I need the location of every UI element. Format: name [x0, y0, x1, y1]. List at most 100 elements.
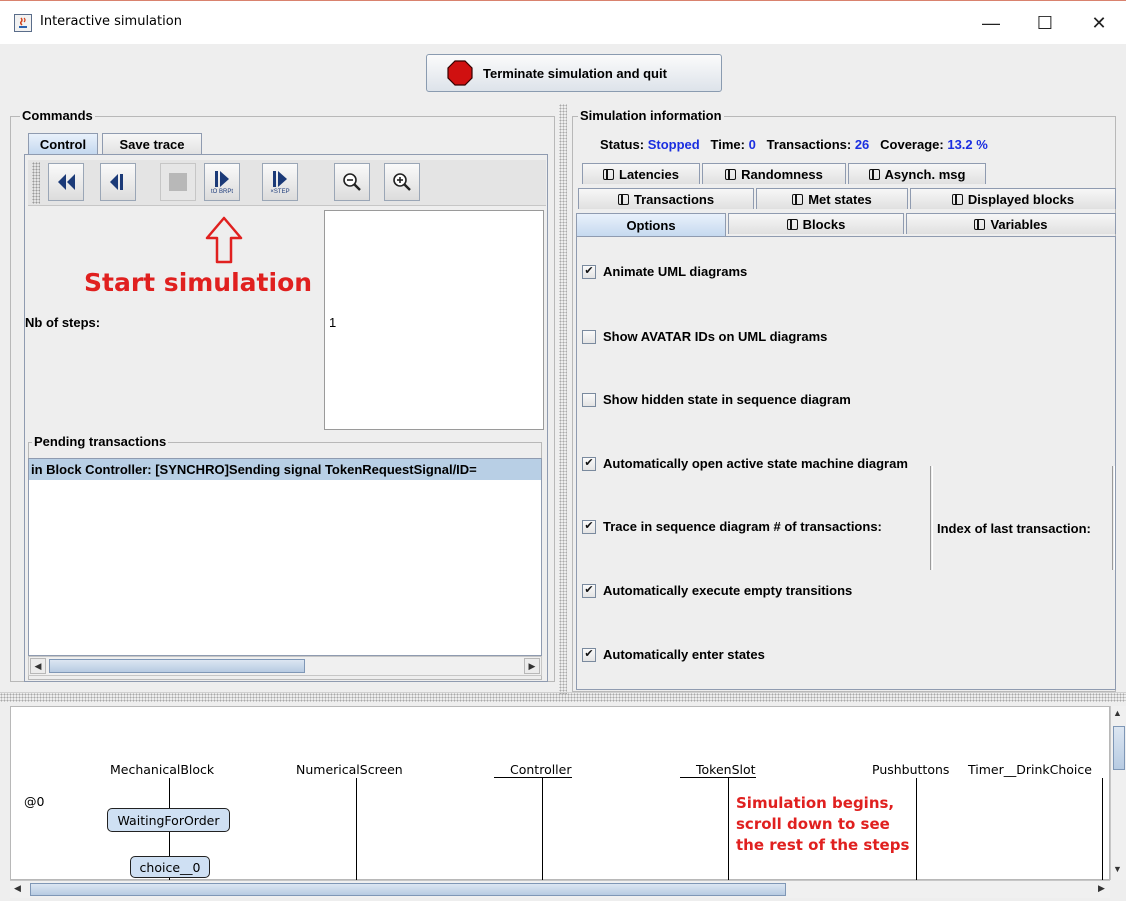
- checkbox-unchecked-icon[interactable]: [582, 329, 596, 344]
- option-trace-sequence[interactable]: ✔ Trace in sequence diagram # of transact…: [582, 519, 882, 534]
- scroll-thumb[interactable]: [49, 659, 305, 673]
- state-waitingfororder[interactable]: WaitingForOrder: [107, 808, 230, 832]
- option-label: Automatically enter states: [603, 647, 765, 662]
- status-value: Stopped: [647, 137, 700, 152]
- checkbox-checked-icon[interactable]: ✔: [582, 456, 596, 471]
- tab-label: Asynch. msg: [884, 166, 966, 182]
- scroll-thumb[interactable]: [1113, 726, 1125, 770]
- tab-randomness[interactable]: Randomness: [702, 163, 846, 184]
- option-show-avatar-ids[interactable]: Show AVATAR IDs on UML diagrams: [582, 329, 827, 344]
- zoom-in-button[interactable]: [384, 163, 420, 201]
- tab-label: Latencies: [619, 166, 679, 182]
- scroll-thumb[interactable]: [30, 883, 786, 896]
- tab-icon: [725, 168, 737, 180]
- run-x-steps-button[interactable]: ×STEP: [262, 163, 298, 201]
- tab-icon: [617, 193, 629, 205]
- tab-options[interactable]: Options: [576, 213, 726, 237]
- scroll-right-icon[interactable]: ▶: [524, 658, 540, 674]
- run-steps-sublabel: ×STEP: [270, 188, 290, 195]
- scroll-up-icon[interactable]: ▲: [1113, 708, 1122, 718]
- coverage-value: 13.2 %: [947, 137, 988, 152]
- tab-icon: [868, 168, 880, 180]
- checkbox-checked-icon[interactable]: ✔: [582, 647, 596, 662]
- vertical-split-divider[interactable]: [559, 104, 567, 694]
- tab-save-trace[interactable]: Save trace: [102, 133, 202, 154]
- rewind-button[interactable]: [48, 163, 84, 201]
- option-show-hidden-state[interactable]: Show hidden state in sequence diagram: [582, 392, 851, 407]
- tab-met-states[interactable]: Met states: [756, 188, 908, 209]
- option-label: Show AVATAR IDs on UML diagrams: [603, 329, 828, 344]
- tab-icon: [951, 193, 963, 205]
- lifeline-line: [916, 778, 917, 880]
- option-open-state-machine[interactable]: ✔ Automatically open active state machine…: [582, 456, 908, 471]
- tab-variables[interactable]: Variables: [906, 213, 1116, 234]
- steps-input-box[interactable]: [324, 210, 544, 430]
- option-label: Automatically execute empty transitions: [603, 583, 853, 598]
- transactions-value: 26: [854, 137, 870, 152]
- step-back-icon: [110, 174, 123, 190]
- tab-blocks[interactable]: Blocks: [728, 213, 904, 234]
- scroll-left-icon[interactable]: ◀: [30, 658, 46, 674]
- checkbox-unchecked-icon[interactable]: [582, 392, 596, 407]
- lifeline-label: MechanicalBlock: [110, 762, 215, 777]
- run-to-breakpoint-button[interactable]: tO BRPt: [204, 163, 240, 201]
- scroll-down-icon[interactable]: ▼: [1113, 864, 1122, 874]
- stop-button[interactable]: [160, 163, 196, 201]
- lifeline-controller[interactable]: Controller: [494, 762, 572, 778]
- simulation-begins-annotation: Simulation begins, scroll down to see th…: [736, 793, 909, 856]
- sequence-horizontal-scrollbar[interactable]: ◀ ▶: [10, 880, 1110, 898]
- maximize-button[interactable]: ☐: [1022, 8, 1068, 38]
- index-last-transaction-field[interactable]: [1112, 466, 1115, 570]
- back-step-button[interactable]: [100, 163, 136, 201]
- option-enter-states[interactable]: ✔ Automatically enter states: [582, 647, 765, 662]
- lifeline-timer-drinkchoice[interactable]: Timer__DrinkChoice: [968, 762, 1092, 777]
- commands-title: Commands: [20, 108, 95, 123]
- simulation-info-title: Simulation information: [578, 108, 724, 123]
- checkbox-checked-icon[interactable]: ✔: [582, 519, 596, 534]
- status-line: Status: Stopped Time: 0 Transactions: 26…: [600, 137, 988, 152]
- scroll-left-icon[interactable]: ◀: [14, 883, 21, 894]
- tab-transactions[interactable]: Transactions: [578, 188, 754, 209]
- lifeline-line: [728, 778, 729, 880]
- checkbox-checked-icon[interactable]: ✔: [582, 264, 596, 279]
- tab-displayed-blocks[interactable]: Displayed blocks: [910, 188, 1116, 209]
- zoom-out-icon: [343, 173, 361, 191]
- trace-count-field[interactable]: [930, 466, 933, 570]
- tab-asynch-msg[interactable]: Asynch. msg: [848, 163, 986, 184]
- status-label: Status:: [600, 137, 645, 152]
- lifeline-tokenslot[interactable]: TokenSlot: [680, 762, 756, 778]
- lifeline-line: [1102, 778, 1103, 880]
- option-execute-empty-transitions[interactable]: ✔ Automatically execute empty transitions: [582, 583, 852, 598]
- terminate-label: Terminate simulation and quit: [483, 65, 667, 81]
- double-back-icon: [58, 174, 75, 190]
- scroll-right-icon[interactable]: ▶: [1098, 883, 1105, 894]
- lifeline-label: Pushbuttons: [872, 762, 950, 777]
- sequence-diagram[interactable]: [10, 706, 1110, 880]
- tab-control[interactable]: Control: [28, 133, 98, 154]
- sequence-vertical-scrollbar[interactable]: ▲ ▼: [1110, 706, 1126, 880]
- zoom-out-button[interactable]: [334, 163, 370, 201]
- tab-latencies[interactable]: Latencies: [582, 163, 700, 184]
- lifeline-numericalscreen[interactable]: NumericalScreen: [296, 762, 403, 777]
- minimize-button[interactable]: —: [968, 8, 1014, 38]
- zoom-in-icon: [393, 173, 411, 191]
- time-label: Time:: [710, 137, 745, 152]
- checkbox-checked-icon[interactable]: ✔: [582, 583, 596, 598]
- pending-transactions-list[interactable]: in Block Controller: [SYNCHRO]Sending si…: [28, 458, 542, 656]
- stop-square-icon: [169, 173, 187, 191]
- option-animate-uml[interactable]: ✔ Animate UML diagrams: [582, 264, 747, 279]
- state-choice-0[interactable]: choice__0: [130, 856, 210, 878]
- toolbar-grip[interactable]: [32, 162, 40, 204]
- lifeline-pushbuttons[interactable]: Pushbuttons: [872, 762, 949, 777]
- java-app-icon: [14, 14, 32, 32]
- option-label: Automatically open active state machine …: [603, 456, 908, 471]
- lifeline-mechanicalblock[interactable]: MechanicalBlock: [110, 762, 214, 777]
- close-button[interactable]: ✕: [1076, 8, 1122, 38]
- pending-transaction-item[interactable]: in Block Controller: [SYNCHRO]Sending si…: [29, 459, 541, 480]
- run-steps-icon: [273, 170, 287, 187]
- horizontal-split-divider[interactable]: [0, 692, 1126, 702]
- steps-value[interactable]: 1: [329, 315, 336, 330]
- tab-icon: [603, 168, 614, 180]
- pending-horizontal-scrollbar[interactable]: ◀ ▶: [28, 656, 542, 676]
- terminate-simulation-button[interactable]: Terminate simulation and quit: [426, 54, 722, 92]
